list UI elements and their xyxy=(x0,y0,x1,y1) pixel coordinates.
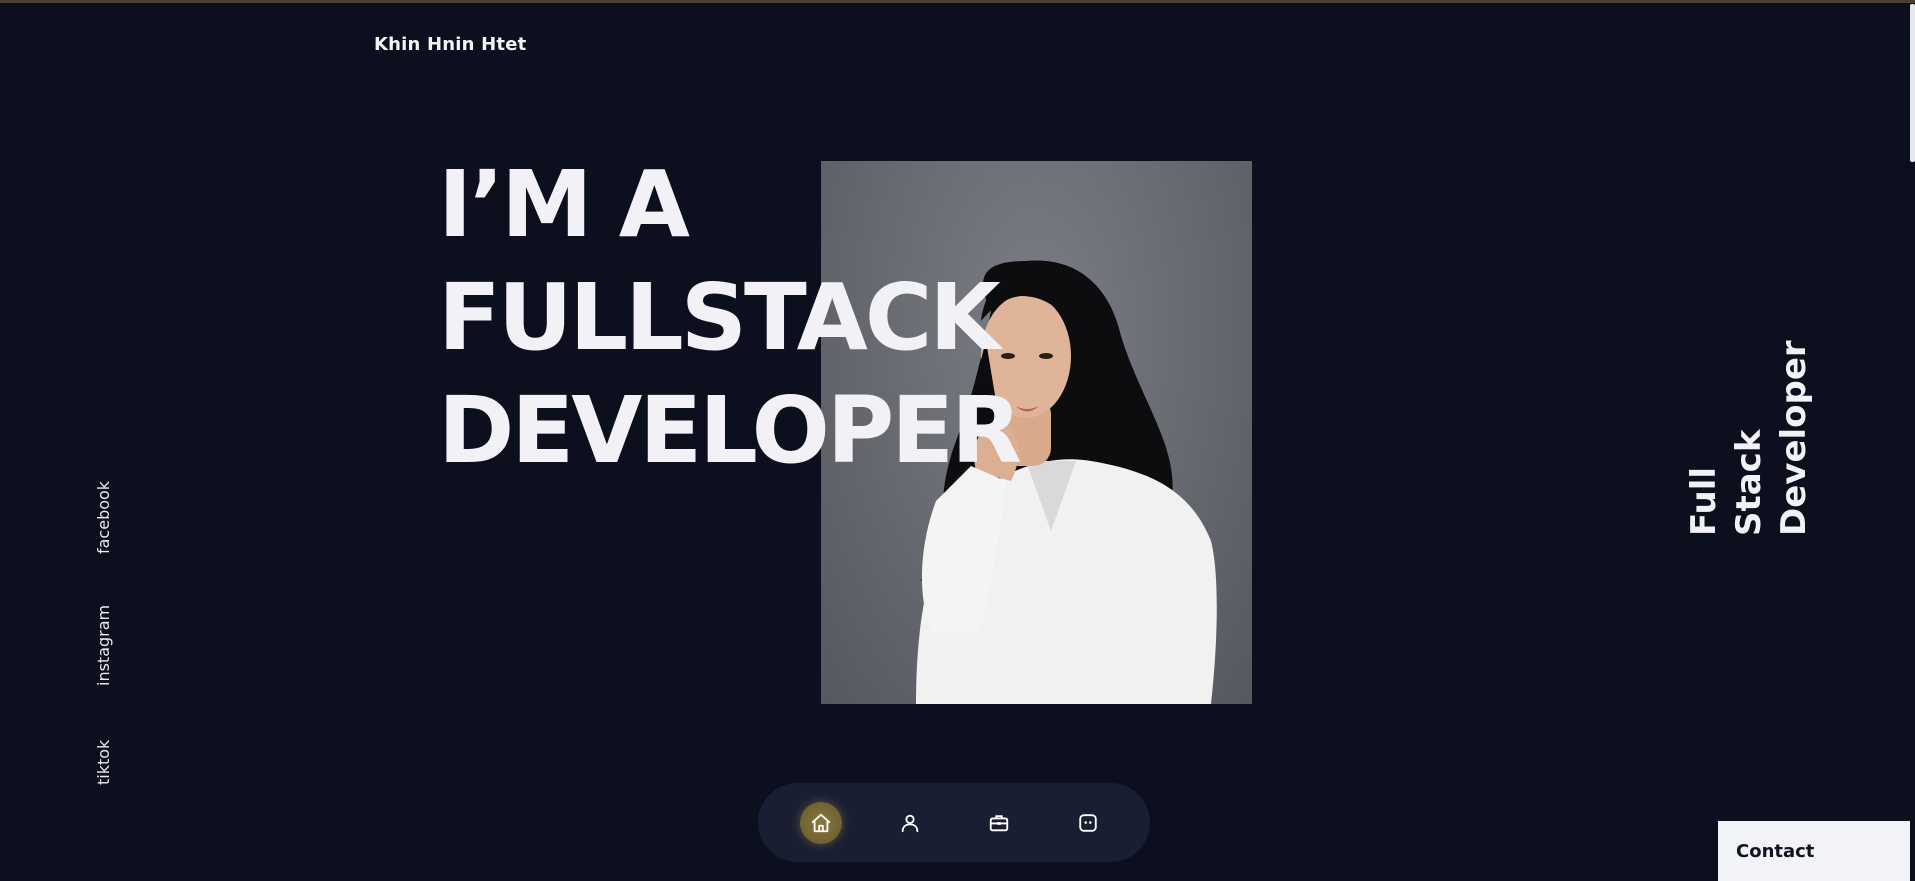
nav-contact-button[interactable] xyxy=(1067,802,1109,844)
hero-title-line-2: FULLSTACK xyxy=(438,264,1001,371)
chat-icon xyxy=(1079,814,1097,832)
briefcase-icon xyxy=(989,815,1009,832)
vertical-role-word-1: Full xyxy=(1684,466,1724,536)
bottom-nav-dock xyxy=(758,783,1150,862)
social-link-facebook[interactable]: facebook xyxy=(94,480,118,554)
nav-home-button[interactable] xyxy=(800,802,842,844)
top-border xyxy=(0,0,1915,3)
vertical-role-word-3: Developer xyxy=(1774,340,1814,536)
user-icon xyxy=(901,814,919,833)
nav-about-button[interactable] xyxy=(889,802,931,844)
nav-projects-button[interactable] xyxy=(978,802,1020,844)
vertical-role-text: Full Stack Developer xyxy=(1682,336,1822,536)
page: Khin Hnin Htet I’M A FULLSTACK DEVELOPER… xyxy=(0,0,1915,881)
brand-name[interactable]: Khin Hnin Htet xyxy=(374,34,526,55)
vertical-role-word-2: Stack xyxy=(1729,429,1769,536)
hero-title-line-1: I’M A xyxy=(438,151,690,258)
social-link-tiktok[interactable]: tiktok xyxy=(94,739,118,785)
contact-button[interactable]: Contact xyxy=(1718,821,1910,881)
scrollbar-thumb[interactable] xyxy=(1910,4,1915,162)
hero-title-line-3: DEVELOPER xyxy=(438,377,1022,484)
home-icon xyxy=(811,813,831,833)
social-link-instagram[interactable]: instagram xyxy=(94,605,118,686)
hero-title: I’M A FULLSTACK DEVELOPER xyxy=(438,148,1022,487)
